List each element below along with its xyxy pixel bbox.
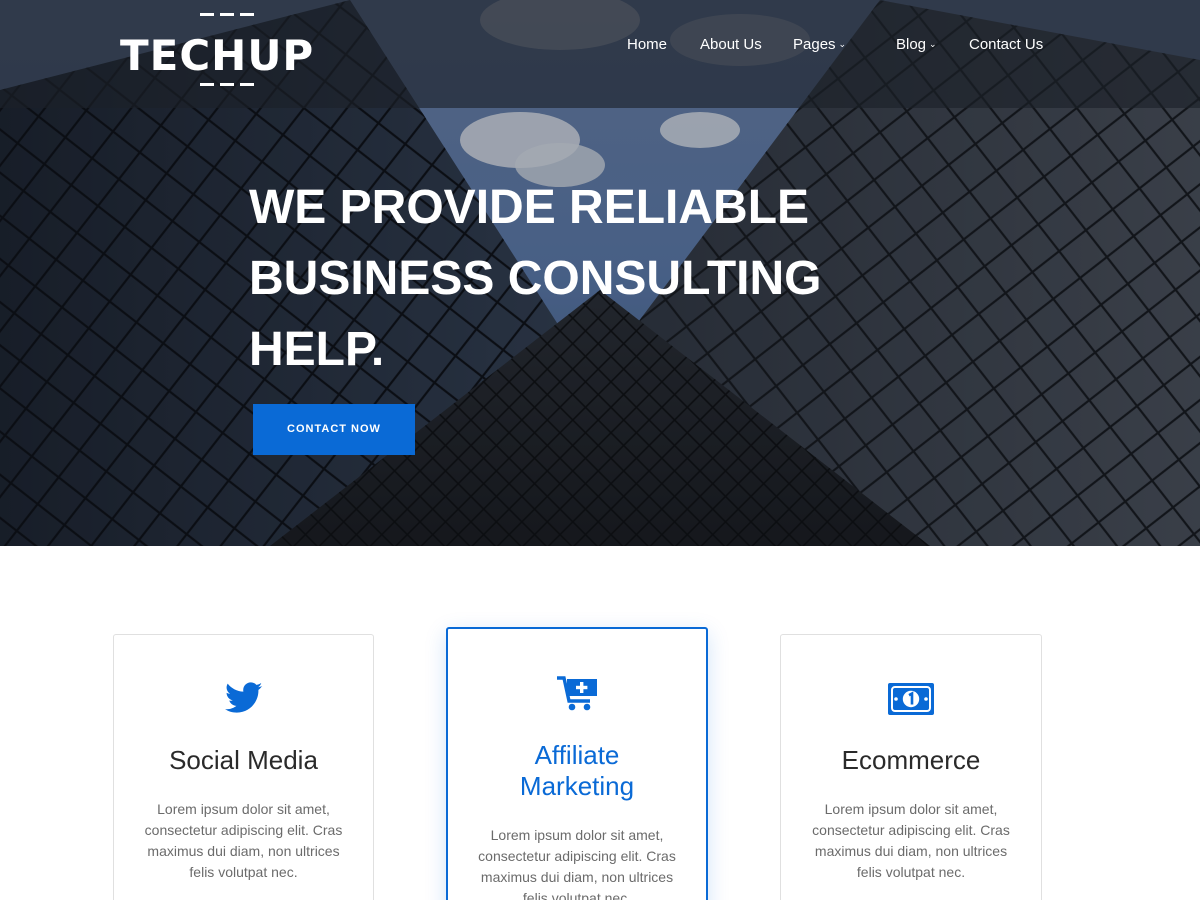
nav-item-label: About Us: [700, 36, 762, 53]
nav-item-label: Pages: [793, 36, 836, 53]
card-icon: [448, 675, 706, 716]
nav-item-home[interactable]: Home: [627, 34, 667, 56]
service-card-social-media[interactable]: Social Media Lorem ipsum dolor sit amet,…: [113, 634, 374, 900]
nav-item-contact-us[interactable]: Contact Us: [969, 34, 1043, 56]
card-title: Social Media: [169, 745, 318, 775]
money-bill-icon: [888, 683, 934, 715]
nav-item-about-us[interactable]: About Us: [700, 34, 762, 56]
card-icon: [781, 682, 1041, 721]
card-description: Lorem ipsum dolor sit amet, consectetur …: [812, 801, 1010, 880]
card-description: Lorem ipsum dolor sit amet, consectetur …: [144, 801, 343, 880]
chevron-down-icon: ⌄: [929, 39, 937, 49]
card-title: Affiliate Marketing: [448, 740, 706, 802]
hero-heading-line: HELP.: [249, 323, 385, 376]
chevron-down-icon: ⌄: [838, 39, 847, 49]
logo-dash-decoration: [220, 83, 234, 86]
logo-dash-decoration: [200, 83, 214, 86]
twitter-icon: [224, 682, 262, 713]
nav-item-pages[interactable]: Pages ⌄: [793, 34, 846, 57]
site-header: TECHUP Home About Us Pages ⌄ Blog ⌄ Contac…: [0, 0, 1200, 108]
contact-now-button[interactable]: CONTACT NOW: [253, 404, 415, 455]
nav-item-blog[interactable]: Blog ⌄: [896, 34, 937, 57]
service-card-affiliate-marketing[interactable]: Affiliate Marketing Lorem ipsum dolor si…: [446, 627, 708, 900]
hero-heading-line: WE PROVIDE RELIABLE: [249, 181, 810, 234]
hero-heading-line: BUSINESS CONSULTING: [249, 252, 822, 305]
logo-dash-decoration: [220, 13, 234, 16]
logo-text: TECHUP: [120, 31, 315, 80]
card-icon: [114, 682, 373, 719]
nav-item-label: Blog: [896, 36, 927, 53]
card-title: Ecommerce: [841, 745, 981, 775]
logo-dash-decoration: [200, 13, 214, 16]
logo-dash-decoration: [240, 13, 254, 16]
card-title-line: Affiliate: [534, 740, 620, 770]
hero-heading: WE PROVIDE RELIABLE BUSINESS CONSULTING …: [249, 172, 889, 385]
nav-item-label: Contact Us: [969, 36, 1044, 53]
site-logo[interactable]: TECHUP: [120, 10, 334, 90]
shopping-cart-icon: [557, 676, 597, 711]
service-card-ecommerce[interactable]: Ecommerce Lorem ipsum dolor sit amet, co…: [780, 634, 1042, 900]
nav-item-label: Home: [627, 36, 668, 53]
logo-dash-decoration: [240, 83, 254, 86]
card-description: Lorem ipsum dolor sit amet, consectetur …: [478, 827, 676, 900]
card-title-line: Marketing: [519, 771, 635, 801]
